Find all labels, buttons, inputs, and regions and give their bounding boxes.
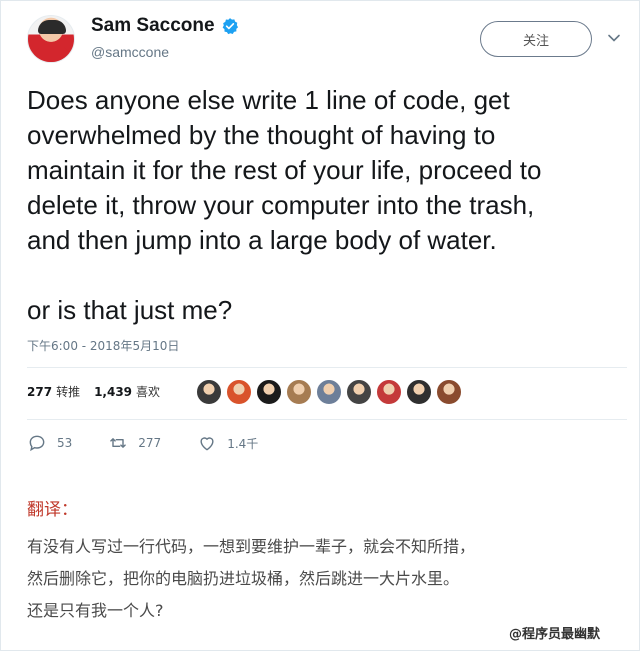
retweet-button[interactable]: 277 bbox=[108, 433, 161, 453]
tweet-timestamp[interactable]: 下午6:00 - 2018年5月10日 bbox=[27, 337, 179, 354]
liker-avatar[interactable] bbox=[196, 379, 222, 405]
translation-label: 翻译： bbox=[27, 500, 78, 520]
avatar-cap bbox=[38, 20, 66, 34]
liker-avatar[interactable] bbox=[376, 379, 402, 405]
retweets-label[interactable]: 转推 bbox=[56, 383, 80, 400]
translation-text: 有没有人写过一行代码，一想到要维护一辈子，就会不知所措， 然后删除它，把你的电脑… bbox=[27, 531, 617, 627]
reply-button[interactable]: 53 bbox=[27, 433, 72, 453]
retweet-icon bbox=[110, 438, 127, 448]
divider bbox=[27, 367, 627, 368]
watermark: @程序员最幽默 bbox=[509, 627, 601, 642]
reply-count: 53 bbox=[57, 436, 73, 450]
liker-avatar[interactable] bbox=[436, 379, 462, 405]
liker-avatars bbox=[196, 379, 462, 405]
heart-icon bbox=[200, 437, 214, 451]
display-name[interactable]: Sam Saccone bbox=[91, 15, 215, 37]
reply-icon bbox=[29, 435, 45, 452]
likes-count[interactable]: 1,439 bbox=[94, 385, 132, 399]
retweet-count: 277 bbox=[138, 436, 162, 450]
user-handle[interactable]: @samccone bbox=[91, 44, 169, 60]
avatar-body bbox=[32, 44, 72, 62]
liker-avatar[interactable] bbox=[256, 379, 282, 405]
liker-avatar[interactable] bbox=[406, 379, 432, 405]
follow-button[interactable]: 关注 bbox=[480, 21, 592, 57]
like-count: 1.4千 bbox=[227, 436, 259, 451]
translation-line: 然后删除它，把你的电脑扔进垃圾桶，然后跳进一大片水里。 bbox=[27, 569, 460, 588]
liker-avatar[interactable] bbox=[286, 379, 312, 405]
tweet-card: Sam Saccone @samccone 关注 Does anyone els… bbox=[0, 0, 640, 651]
tweet-text: Does anyone else write 1 line of code, g… bbox=[27, 85, 542, 325]
translation-line: 有没有人写过一行代码，一想到要维护一辈子，就会不知所措， bbox=[27, 537, 476, 556]
like-button[interactable]: 1.4千 bbox=[197, 433, 258, 453]
liker-avatar[interactable] bbox=[316, 379, 342, 405]
name-row: Sam Saccone bbox=[91, 15, 239, 37]
chevron-down-icon[interactable] bbox=[607, 31, 621, 45]
retweets-count[interactable]: 277 bbox=[27, 385, 52, 399]
liker-avatar[interactable] bbox=[346, 379, 372, 405]
engagement-stats: 277 转推 1,439 喜欢 bbox=[27, 383, 174, 400]
likes-label[interactable]: 喜欢 bbox=[136, 383, 160, 400]
tweet-actions: 53 277 1.4千 bbox=[27, 433, 294, 453]
user-avatar[interactable] bbox=[27, 15, 75, 63]
divider bbox=[27, 419, 627, 420]
liker-avatar[interactable] bbox=[226, 379, 252, 405]
verified-badge-icon bbox=[222, 18, 238, 35]
